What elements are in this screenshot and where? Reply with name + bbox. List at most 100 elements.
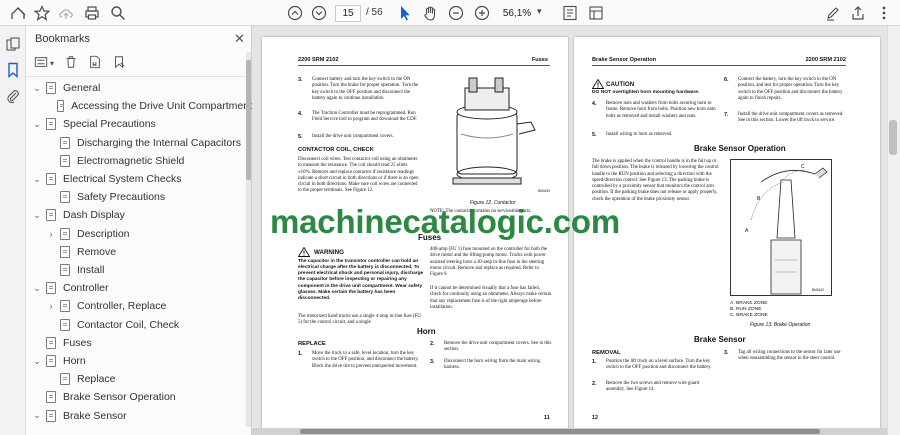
attachments-icon[interactable] [5,88,21,104]
bookmark-page-icon [46,282,56,295]
chevron-down-icon[interactable]: ⌄ [32,119,42,130]
step-text: Connect the battery, turn the key switch… [738,77,843,101]
bookmark-label: Controller [63,282,109,295]
bookmark-item[interactable]: Remove [26,243,252,261]
bookmark-label: Special Precautions [63,118,156,131]
bookmark-item[interactable]: Replace [26,370,252,388]
bookmark-item[interactable]: Discharging the Internal Capacitors [26,134,252,152]
figure-code: BM0442 [812,288,824,292]
select-cursor-icon[interactable] [395,3,415,23]
paragraph: The motorized hand trucks use a single 4… [298,314,421,326]
bookmark-item[interactable]: ⌄ Brake Sensor [26,407,252,425]
bookmarks-panel-icon[interactable] [5,62,21,79]
chevron-right-icon[interactable]: › [46,301,56,311]
paragraph: Disconnect coil wires. Test contactor co… [298,157,419,194]
new-bookmark-icon[interactable] [88,55,102,72]
bookmark-page-icon [46,391,56,404]
watermark-text: machinecatalogic.com [270,203,620,240]
header-rule [298,65,550,66]
bookmark-label: Electromagnetic Shield [77,154,185,167]
bookmark-item[interactable]: Brake Sensor Operation [26,388,252,406]
bookmark-item[interactable]: Contactor Coil, Check [26,316,252,334]
chevron-down-icon[interactable]: ⌄ [32,83,42,94]
share-icon[interactable] [848,3,868,23]
bookmark-page-icon [60,191,70,204]
subsection-heading: REPLACE [298,341,326,347]
step-number: 5. [298,134,303,140]
page-up-icon[interactable] [285,3,305,23]
close-icon[interactable]: ✕ [234,31,245,47]
bookmark-star-icon[interactable] [32,3,52,23]
fit-page-icon[interactable] [560,3,580,23]
bookmark-item[interactable]: ⌄ General [26,79,252,97]
page-number: 11 [544,415,550,421]
delete-bookmark-icon[interactable] [64,55,78,72]
page-thumbnails-icon[interactable] [5,36,21,52]
bookmark-item[interactable]: ⌄ Special Precautions [26,115,252,133]
options-menu-icon[interactable] [34,55,48,72]
bookmark-item[interactable]: Safety Precautions [26,188,252,206]
bookmark-item[interactable]: ⌄ Dash Display [26,206,252,224]
more-options-icon[interactable] [874,3,894,23]
bookmark-item[interactable]: › Controller, Replace [26,297,252,315]
bookmark-item[interactable]: ⌄ Electrical System Checks [26,170,252,188]
bookmarks-panel: Bookmarks ✕ ▾ ⌄ General Accessing the Driv… [26,26,252,435]
header-rule [592,65,846,66]
document-scrollbar-track[interactable] [887,26,900,435]
home-icon[interactable] [8,3,28,23]
horizontal-scrollbar-thumb[interactable] [300,429,820,434]
section-heading: Brake Sensor Operation [694,144,786,153]
page-header-right: 2200 SRM 2102 [805,57,846,63]
bookmark-label: Install [77,264,105,276]
cloud-upload-icon[interactable] [56,3,76,23]
chevron-down-icon[interactable]: ⌄ [32,283,42,294]
bookmark-item[interactable]: › Description [26,225,252,243]
bookmark-label: Horn [63,355,86,367]
print-icon[interactable] [82,3,102,23]
bookmark-label: Brake Sensor Operation [63,391,176,404]
panel-scrollbar-thumb[interactable] [246,60,251,180]
page-number-input[interactable]: 15 [335,5,361,22]
panel-title: Bookmarks [35,33,91,45]
bookmark-page-icon [46,173,56,185]
chevron-down-icon[interactable]: ⌄ [32,356,42,367]
bookmark-page-icon [60,264,70,276]
zoom-level[interactable]: 56,1% [497,5,537,22]
bookmark-item[interactable]: Accessing the Drive Unit Compartment [26,97,252,115]
subsection-heading: REMOVAL [592,350,621,356]
top-toolbar: 15 / 56 56,1% ▾ [0,0,900,26]
bookmark-label: Description [77,227,130,240]
step-text: Connect battery and turn the key switch … [312,77,419,101]
warning-text: The capacitor in the transistor controll… [298,259,424,301]
step-text: Install the drive unit compartment cover… [738,112,844,124]
page-down-icon[interactable] [309,3,329,23]
search-icon[interactable] [108,3,128,23]
chevron-down-icon[interactable]: ⌄ [32,410,42,421]
bookmark-item[interactable]: Electromagnetic Shield [26,152,252,170]
chevron-down-icon[interactable]: ⌄ [32,210,42,221]
page-layout-icon[interactable] [586,3,606,23]
chevron-right-icon[interactable]: › [46,229,56,239]
sign-pen-icon[interactable] [823,3,843,23]
paragraph: The brake is applied when the control ha… [592,159,719,202]
section-heading: Brake Sensor [694,335,746,344]
bookmark-item[interactable]: ⌄ Horn [26,352,252,370]
svg-text:C: C [801,164,805,170]
page-header-right: Fuses [531,57,548,63]
zoom-out-icon[interactable] [446,3,466,23]
zoom-in-icon[interactable] [472,3,492,23]
step-text: Remove the two screws and remove wire gu… [606,381,700,393]
bookmark-item[interactable]: Fuses [26,334,252,352]
bookmark-label: Controller, Replace [77,300,167,313]
step-text: Install the drive unit compartment cover… [312,134,394,139]
step-number: 3. [298,77,303,83]
bookmark-label: Remove [77,245,117,258]
hand-tool-icon[interactable] [420,3,440,23]
bookmark-item[interactable]: Install [26,261,252,279]
bookmark-tag-icon[interactable] [112,55,126,72]
document-scrollbar-thumb[interactable] [889,120,897,155]
chevron-down-icon[interactable]: ⌄ [32,174,42,185]
options-caret-icon[interactable]: ▾ [50,59,54,68]
zoom-dropdown-icon[interactable]: ▾ [537,6,542,17]
bookmark-item[interactable]: ⌄ Controller [26,279,252,297]
